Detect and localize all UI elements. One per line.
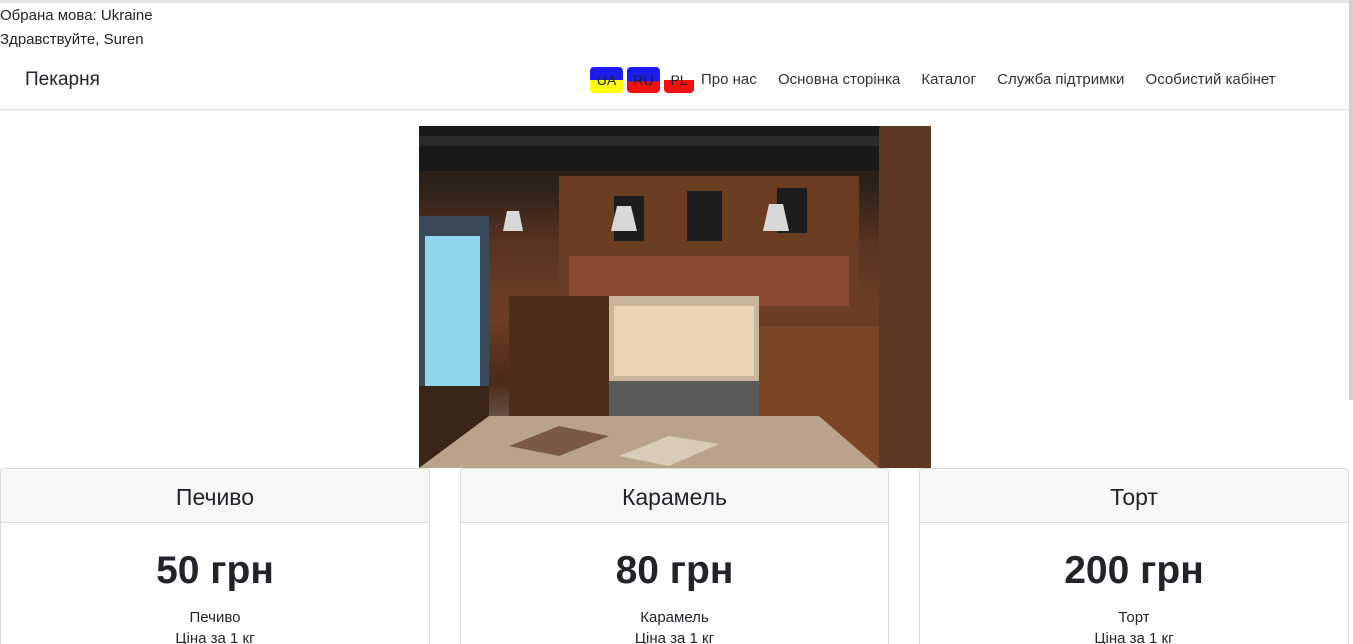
product-price: 50 грн xyxy=(156,549,274,592)
bakery-interior-image xyxy=(419,126,931,468)
product-card-header: Печиво xyxy=(1,469,429,523)
language-ru-button[interactable]: RU xyxy=(627,67,660,93)
greeting-text: Здравствуйте, Suren xyxy=(0,31,144,48)
brand-link[interactable]: Пекарня xyxy=(25,69,100,91)
nav-links: Про нас Основна сторінка Каталог Служба … xyxy=(701,71,1293,88)
product-name: Карамель xyxy=(640,609,709,626)
nav-account-link[interactable]: Особистий кабінет xyxy=(1146,71,1276,88)
product-card-caramel[interactable]: Карамель 80 грн Карамель Ціна за 1 кг xyxy=(460,468,889,644)
top-border xyxy=(0,0,1353,3)
product-price-note: Ціна за 1 кг xyxy=(634,630,715,644)
product-card-header: Карамель xyxy=(461,469,888,523)
product-card-cookies[interactable]: Печиво 50 грн Печиво Ціна за 1 кг xyxy=(0,468,430,644)
selected-language-text: Обрана мова: Ukraine xyxy=(0,7,153,24)
nav-support-link[interactable]: Служба підтримки xyxy=(997,71,1124,88)
navbar: Пекарня UA RU PL Про нас Основна сторінк… xyxy=(0,54,1353,110)
product-price: 200 грн xyxy=(1064,549,1204,592)
nav-home-link[interactable]: Основна сторінка xyxy=(778,71,900,88)
product-card-cake[interactable]: Торт 200 грн Торт Ціна за 1 кг xyxy=(919,468,1349,644)
nav-about-link[interactable]: Про нас xyxy=(701,71,757,88)
bakery-interior-illustration xyxy=(419,126,931,468)
nav-catalog-link[interactable]: Каталог xyxy=(921,71,976,88)
page-scrollbar[interactable] xyxy=(1349,0,1353,400)
product-price-note: Ціна за 1 кг xyxy=(1094,630,1174,644)
product-name: Торт xyxy=(1118,609,1150,626)
language-pl-button[interactable]: PL xyxy=(664,67,694,93)
product-price: 80 грн xyxy=(615,549,734,592)
product-card-header: Торт xyxy=(920,469,1348,523)
product-name: Печиво xyxy=(189,609,241,626)
language-ua-button[interactable]: UA xyxy=(590,67,623,93)
product-price-note: Ціна за 1 кг xyxy=(175,630,255,644)
